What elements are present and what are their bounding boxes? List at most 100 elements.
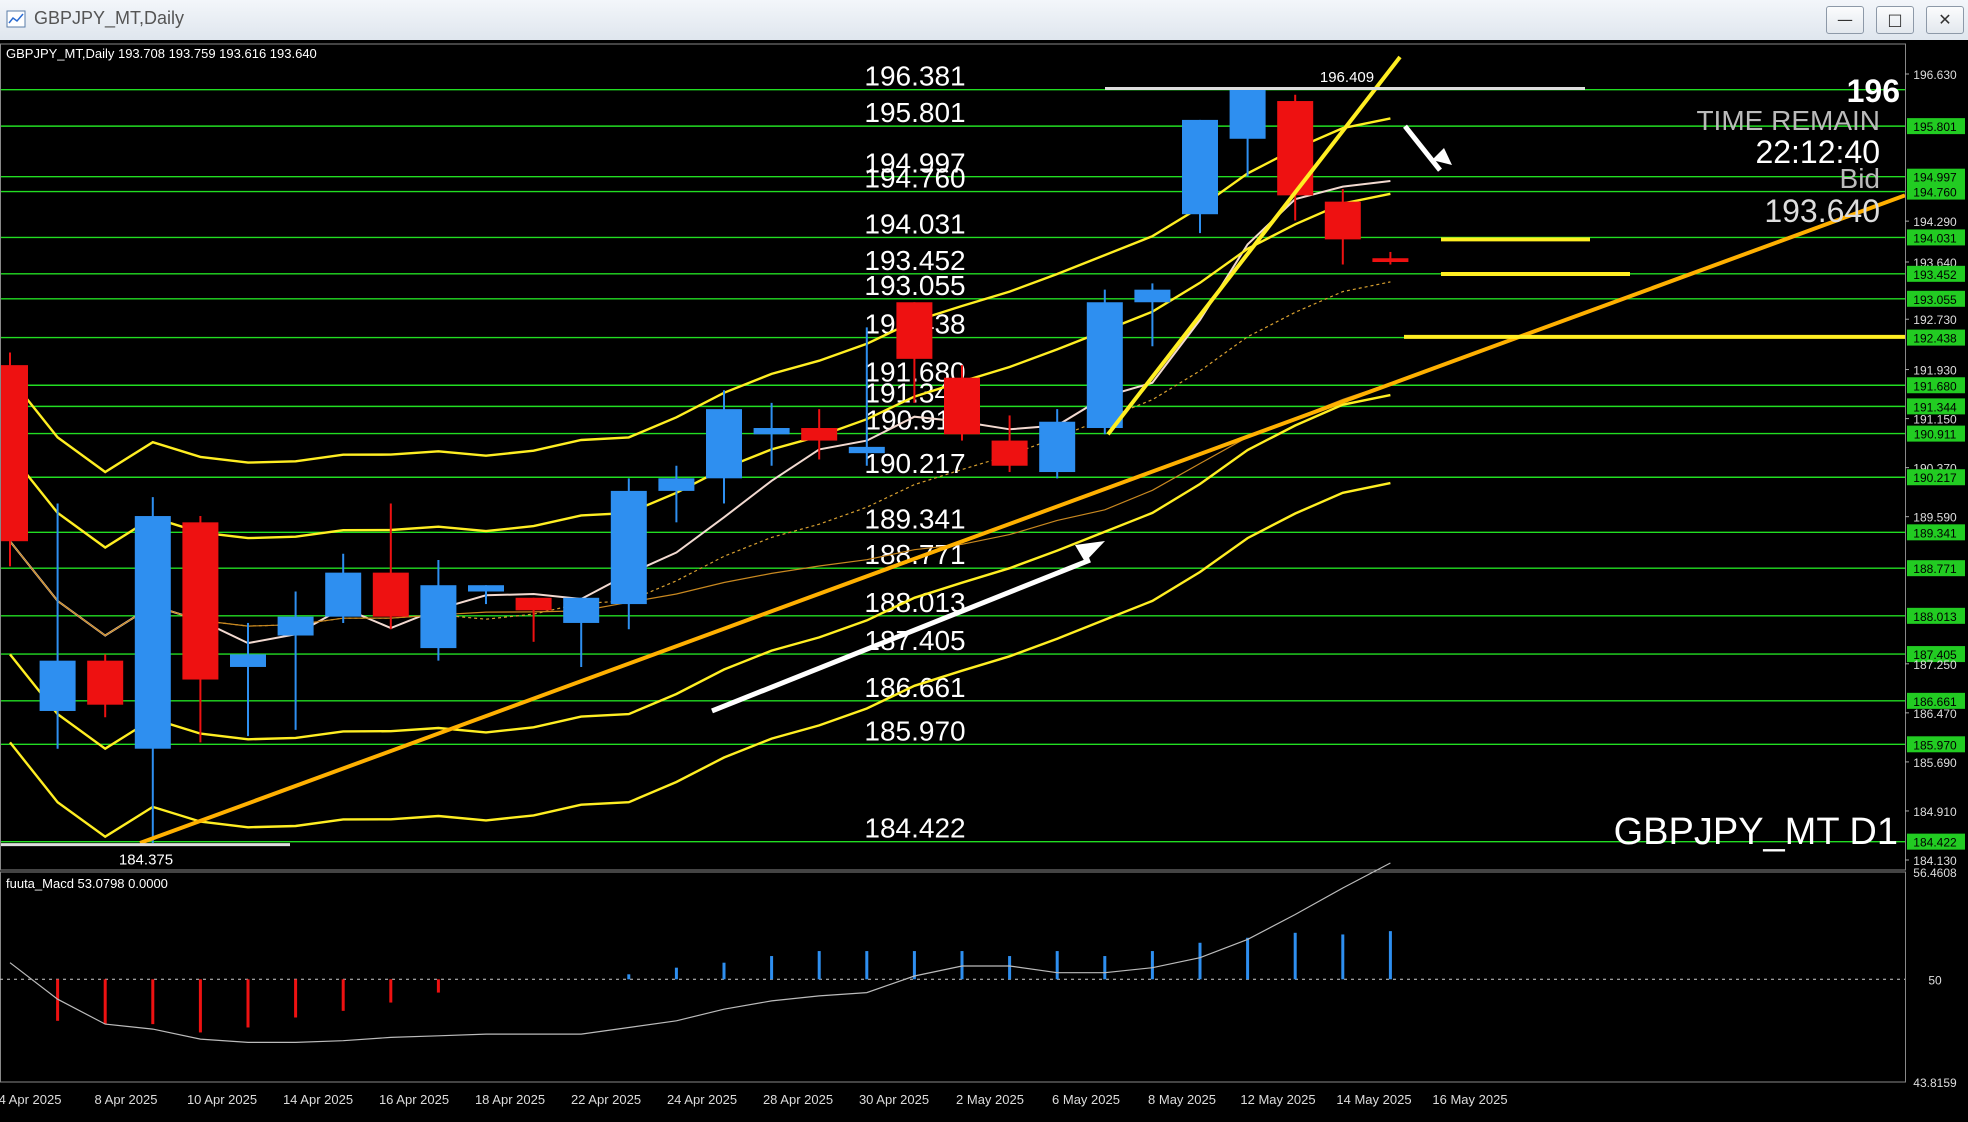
level-label: 195.801 xyxy=(864,97,965,128)
candle-body xyxy=(1277,101,1314,196)
candle-body xyxy=(277,616,314,636)
price-tag: 194.997 xyxy=(1913,171,1957,185)
candle-body xyxy=(896,302,933,359)
candle-body xyxy=(1372,258,1409,263)
minimize-button[interactable]: — xyxy=(1826,6,1864,34)
high-label: 196.409 xyxy=(1320,69,1374,86)
price-tag: 193.055 xyxy=(1913,293,1957,307)
price-tag: 194.760 xyxy=(1913,186,1957,200)
x-tick-label: 12 May 2025 xyxy=(1240,1092,1315,1107)
candle-body xyxy=(0,365,28,542)
info-line: GBPJPY_MT,Daily 193.708 193.759 193.616 … xyxy=(6,46,317,61)
maximize-button[interactable]: □ xyxy=(1876,6,1914,34)
y-tick-label: 189.590 xyxy=(1913,511,1957,525)
price-tag: 191.680 xyxy=(1913,379,1957,393)
price-tag: 194.031 xyxy=(1913,231,1957,245)
y-tick-label: 194.290 xyxy=(1913,215,1957,229)
y-tick-label: 185.690 xyxy=(1913,756,1957,770)
x-tick-label: 16 Apr 2025 xyxy=(379,1092,449,1107)
level-label: 196.381 xyxy=(864,61,965,92)
candle-body xyxy=(1229,88,1266,139)
x-tick-label: 2 May 2025 xyxy=(956,1092,1024,1107)
price-tag: 193.452 xyxy=(1913,268,1957,282)
candle-body xyxy=(753,428,790,435)
y-tick-label: 187.250 xyxy=(1913,658,1957,672)
candle xyxy=(1086,289,1123,435)
candle-body xyxy=(134,516,171,749)
bid-value: 193.640 xyxy=(1764,193,1880,229)
close-button[interactable]: ✕ xyxy=(1926,6,1964,34)
level-label: 193.055 xyxy=(864,270,965,301)
x-tick-label: 10 Apr 2025 xyxy=(187,1092,257,1107)
y-tick-label: 192.730 xyxy=(1913,313,1957,327)
level-label: 186.661 xyxy=(864,672,965,703)
x-tick-label: 18 Apr 2025 xyxy=(475,1092,545,1107)
symbol-label: GBPJPY_MT D1 xyxy=(1614,811,1898,853)
price-tag: 188.013 xyxy=(1913,610,1957,624)
candle-body xyxy=(182,522,219,680)
macd-label: fuuta_Macd 53.0798 0.0000 xyxy=(6,876,168,891)
x-tick-label: 6 May 2025 xyxy=(1052,1092,1120,1107)
maximize-icon: □ xyxy=(1887,10,1903,29)
x-tick-label: 8 Apr 2025 xyxy=(95,1092,158,1107)
candle-body xyxy=(1039,421,1076,473)
x-tick-label: 22 Apr 2025 xyxy=(571,1092,641,1107)
x-tick-label: 24 Apr 2025 xyxy=(667,1092,737,1107)
candle-body xyxy=(39,660,76,711)
y-tick-label: 191.150 xyxy=(1913,413,1957,427)
candle-body xyxy=(420,585,457,649)
y-tick-label: 191.930 xyxy=(1913,364,1957,378)
minimize-icon: — xyxy=(1837,10,1853,29)
window-title: GBPJPY_MT,Daily xyxy=(34,8,185,28)
price-tag: 184.422 xyxy=(1913,836,1957,850)
level-label: 189.341 xyxy=(864,503,965,534)
big-price: 196 xyxy=(1847,73,1900,109)
candle-body xyxy=(230,654,266,667)
chart-area[interactable]: 196.381 195.801 194.997 194.760 194.031 193.4… xyxy=(0,40,1968,1117)
level-label: 194.031 xyxy=(864,208,965,239)
price-chart[interactable]: 196.381195.801194.997194.760194.031193.4… xyxy=(0,40,1968,1117)
candle-body xyxy=(801,428,838,441)
candle-body xyxy=(610,490,647,605)
level-label: 194.760 xyxy=(864,163,965,194)
macd-tick-label: 43.8159 xyxy=(1913,1076,1957,1090)
price-tag: 195.801 xyxy=(1913,120,1957,134)
macd-tick-label: 50 xyxy=(1928,973,1942,987)
time-remain-label: TIME REMAIN xyxy=(1696,105,1880,136)
level-label: 185.970 xyxy=(864,715,965,746)
price-tag: 192.438 xyxy=(1913,332,1957,346)
close-icon: ✕ xyxy=(1938,10,1952,29)
candle-body xyxy=(1182,119,1218,215)
x-tick-label: 14 May 2025 xyxy=(1336,1092,1411,1107)
candle-body xyxy=(1086,302,1123,429)
price-tag: 190.911 xyxy=(1914,428,1957,442)
x-tick-label: 14 Apr 2025 xyxy=(283,1092,353,1107)
candle-body xyxy=(468,585,504,592)
candle-body xyxy=(944,377,980,435)
price-tag: 190.217 xyxy=(1913,471,1957,485)
candle-body xyxy=(848,446,885,454)
candle-body xyxy=(991,440,1028,466)
price-tag: 185.970 xyxy=(1913,738,1957,752)
y-tick-label: 184.910 xyxy=(1913,805,1957,819)
chart-window-icon xyxy=(6,10,26,28)
macd-tick-label: 56.4608 xyxy=(1913,866,1957,880)
candle-body xyxy=(658,478,695,491)
window-titlebar: GBPJPY_MT,Daily — □ ✕ xyxy=(0,0,1968,41)
x-tick-label: 8 May 2025 xyxy=(1148,1092,1216,1107)
candle-body xyxy=(515,597,552,611)
low-label: 184.375 xyxy=(119,852,173,869)
candle-body xyxy=(563,597,600,623)
bid-label: Bid xyxy=(1840,163,1880,194)
candle-body xyxy=(706,409,742,479)
candle-body xyxy=(1324,201,1361,240)
candle-body xyxy=(87,660,124,705)
candle-body xyxy=(372,572,409,617)
price-tag: 188.771 xyxy=(1913,562,1957,576)
price-tag: 189.341 xyxy=(1913,526,1957,540)
x-tick-label: 16 May 2025 xyxy=(1432,1092,1507,1107)
level-label: 184.422 xyxy=(864,813,965,844)
y-tick-label: 186.470 xyxy=(1913,707,1957,721)
y-tick-label: 196.630 xyxy=(1913,68,1957,82)
candle-body xyxy=(1134,289,1171,303)
